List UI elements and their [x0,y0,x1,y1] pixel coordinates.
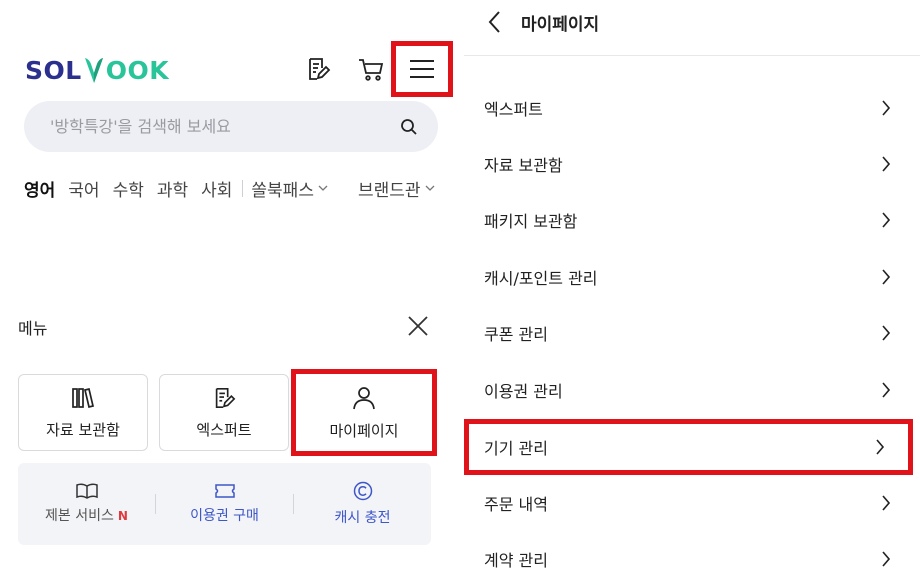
solbookpass-label: 쏠북패스 [251,180,314,201]
mypage-item-device[interactable]: 기기 관리 [464,419,913,475]
mypage-tile-label: 마이페이지 [329,421,399,440]
chevron-down-icon [318,185,328,191]
back-arrow-icon[interactable] [484,9,506,35]
edit-note-icon [215,387,236,408]
main-menu-panel: SOL OOK 영어 국어 수학 과학 사회 [0,0,462,587]
mypage-item-label: 계약 관리 [484,551,548,570]
books-icon [72,387,95,408]
nav-divider [242,179,244,197]
cash-charge-button[interactable]: 캐시 충전 [294,463,431,545]
chevron-right-icon [882,269,891,285]
solvook-logo[interactable]: SOL OOK [25,52,169,88]
hamburger-menu-button[interactable] [391,41,453,97]
mypage-item-label: 주문 내역 [484,495,548,514]
new-badge: N [117,509,128,523]
binding-service-text: 제본 서비스 N [45,505,128,525]
chevron-right-icon [876,439,885,455]
person-icon [353,386,375,409]
pass-purchase-button[interactable]: 이용권 구매 [156,463,293,545]
subject-tab-korean[interactable]: 국어 [68,176,99,201]
mypage-item-label: 쿠폰 관리 [484,325,548,344]
expert-tile[interactable]: 엑스퍼트 [159,374,289,451]
mypage-item-pass[interactable]: 이용권 관리 [464,362,920,418]
mypage-item-expert[interactable]: 엑스퍼트 [464,80,920,136]
search-icon[interactable] [400,118,418,136]
open-book-icon [75,483,98,499]
mypage-item-coupon[interactable]: 쿠폰 관리 [464,305,920,361]
subject-tab-science[interactable]: 과학 [157,176,188,201]
mypage-item-label: 이용권 관리 [484,382,563,401]
mypage-item-cash-point[interactable]: 캐시/포인트 관리 [464,249,920,305]
binding-service-label: 제본 서비스 [45,508,114,524]
expert-tile-label: 엑스퍼트 [196,420,252,439]
chevron-right-icon [882,325,891,341]
chevron-down-icon [425,185,434,191]
menu-title: 메뉴 [18,319,48,338]
mypage-item-label: 기기 관리 [484,439,548,458]
brand-dropdown[interactable]: 브랜드관 [358,176,435,201]
binding-service-button[interactable]: 제본 서비스 N [18,463,155,545]
cash-charge-label: 캐시 충전 [334,510,391,526]
page-title: 마이페이지 [521,15,600,35]
solbookpass-dropdown[interactable]: 쏠북패스 [251,176,328,201]
chevron-right-icon [882,100,891,116]
copyright-icon [353,481,372,501]
mypage-panel: 마이페이지 엑스퍼트 자료 보관함 패키지 보관함 캐시/포인트 관리 쿠폰 관… [464,0,920,587]
chevron-right-icon [882,212,891,228]
services-bar: 제본 서비스 N 이용권 구매 캐시 충전 [18,463,431,545]
chevron-right-icon [882,156,891,172]
mypage-item-label: 패키지 보관함 [484,212,578,231]
brand-label: 브랜드관 [357,180,421,201]
ticket-icon [214,484,235,498]
library-tile-label: 자료 보관함 [46,420,120,439]
subject-nav: 영어 국어 수학 과학 사회 쏠북패스 브랜드관 [24,175,435,201]
subject-tab-english[interactable]: 영어 [24,176,55,201]
mypage-item-label: 자료 보관함 [484,156,563,175]
chevron-right-icon [882,495,891,511]
hamburger-icon [410,60,434,78]
mypage-item-label: 캐시/포인트 관리 [484,269,598,288]
search-input[interactable] [50,117,400,136]
mypage-tile[interactable]: 마이페이지 [291,369,437,456]
search-bar [24,101,438,152]
chevron-right-icon [882,382,891,398]
library-tile[interactable]: 자료 보관함 [18,374,148,451]
mypage-item-label: 엑스퍼트 [484,100,543,119]
leaf-v-icon [84,58,103,83]
write-icon[interactable] [303,54,333,84]
subject-tab-math[interactable]: 수학 [113,176,144,201]
pass-purchase-label: 이용권 구매 [190,508,259,524]
mypage-item-package[interactable]: 패키지 보관함 [464,192,920,248]
chevron-right-icon [882,551,891,567]
mypage-item-orders[interactable]: 주문 내역 [464,475,920,531]
mypage-header: 마이페이지 [464,0,920,56]
logo-text-sol: SOL [25,55,82,85]
cart-icon[interactable] [356,54,386,84]
logo-text-ook: OOK [105,55,170,85]
subject-tab-social[interactable]: 사회 [201,176,232,201]
close-icon[interactable] [404,312,432,340]
mypage-item-library[interactable]: 자료 보관함 [464,136,920,192]
mypage-item-contract[interactable]: 계약 관리 [464,531,920,587]
